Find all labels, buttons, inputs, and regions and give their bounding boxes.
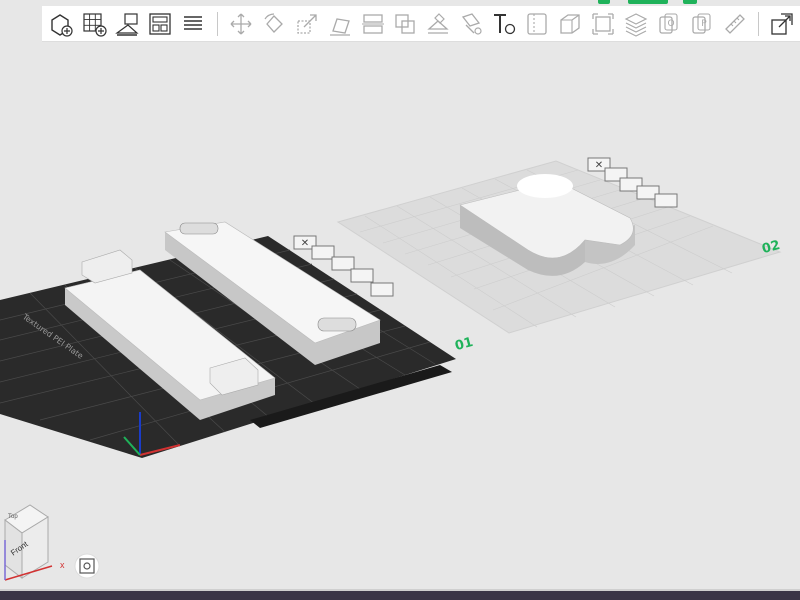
variable-layer-button[interactable] [620, 8, 651, 40]
assembly-icon [560, 13, 580, 34]
boolean-button[interactable] [390, 8, 421, 40]
svg-text:✕: ✕ [595, 160, 603, 171]
color-paint-icon [462, 12, 482, 35]
seam-icon [527, 12, 547, 35]
arrange-icon [149, 12, 171, 35]
status-indicator [628, 0, 668, 4]
bottom-status-strip [0, 591, 800, 600]
layers-split-button[interactable] [178, 8, 209, 40]
split-objects-button[interactable]: O [653, 8, 684, 40]
plate-01-orient-button[interactable] [311, 245, 335, 260]
svg-text:O: O [667, 19, 674, 29]
auto-orient-button[interactable] [112, 8, 143, 40]
measure-frame-button[interactable] [587, 8, 618, 40]
color-paint-button[interactable] [456, 8, 487, 40]
cut-icon [361, 13, 384, 34]
arrange-button[interactable] [145, 8, 176, 40]
variable-layer-icon [624, 12, 648, 37]
layers-split-icon [184, 15, 203, 30]
plate-01-settings-button[interactable] [370, 282, 394, 297]
ruler-button[interactable] [719, 8, 750, 40]
add-plate-icon [83, 12, 107, 37]
seam-button[interactable] [522, 8, 553, 40]
zoom-to-fit-button[interactable] [74, 553, 100, 579]
scale-button[interactable] [291, 8, 322, 40]
main-toolbar: O P [42, 6, 800, 42]
status-indicator [683, 0, 697, 4]
add-object-button[interactable] [46, 8, 77, 40]
auto-orient-icon [115, 12, 139, 36]
add-plate-button[interactable] [79, 8, 110, 40]
assembly-button[interactable] [555, 8, 586, 40]
boolean-icon [395, 13, 416, 34]
support-paint-button[interactable] [423, 8, 454, 40]
lay-on-face-button[interactable] [324, 8, 355, 40]
scale-icon [297, 13, 317, 34]
assembly-view-button[interactable] [767, 8, 798, 40]
rotate-button[interactable] [258, 8, 289, 40]
svg-text:✕: ✕ [301, 238, 309, 249]
view-cube-top-label: Top [8, 514, 18, 520]
cut-button[interactable] [357, 8, 388, 40]
text-tool-button[interactable] [489, 8, 520, 40]
lay-on-face-icon [329, 17, 350, 36]
status-indicator [598, 0, 610, 4]
text-icon [494, 13, 516, 34]
svg-text:P: P [701, 19, 707, 29]
plate-01-arrange-button[interactable] [331, 256, 355, 271]
3d-viewport[interactable]: ✕ Textured PEI Plate ✕ [0, 0, 800, 600]
plate-01-lock-button[interactable] [350, 268, 374, 283]
support-paint-icon [427, 12, 450, 34]
toolbar-separator [216, 11, 218, 36]
split-parts-icon: P [691, 12, 711, 34]
split-parts-button[interactable]: P [686, 8, 717, 40]
toolbar-separator [758, 11, 759, 36]
split-objects-icon: O [659, 12, 678, 34]
assembly-view-icon [771, 12, 794, 35]
move-button[interactable] [226, 8, 257, 40]
measure-frame-icon [592, 12, 614, 35]
move-icon [230, 13, 252, 34]
view-cube-axis-x: x [60, 560, 65, 570]
plate-02-settings-button[interactable] [654, 193, 678, 208]
ruler-icon [724, 13, 745, 34]
add-object-icon [51, 13, 74, 37]
rotate-icon [264, 12, 283, 33]
